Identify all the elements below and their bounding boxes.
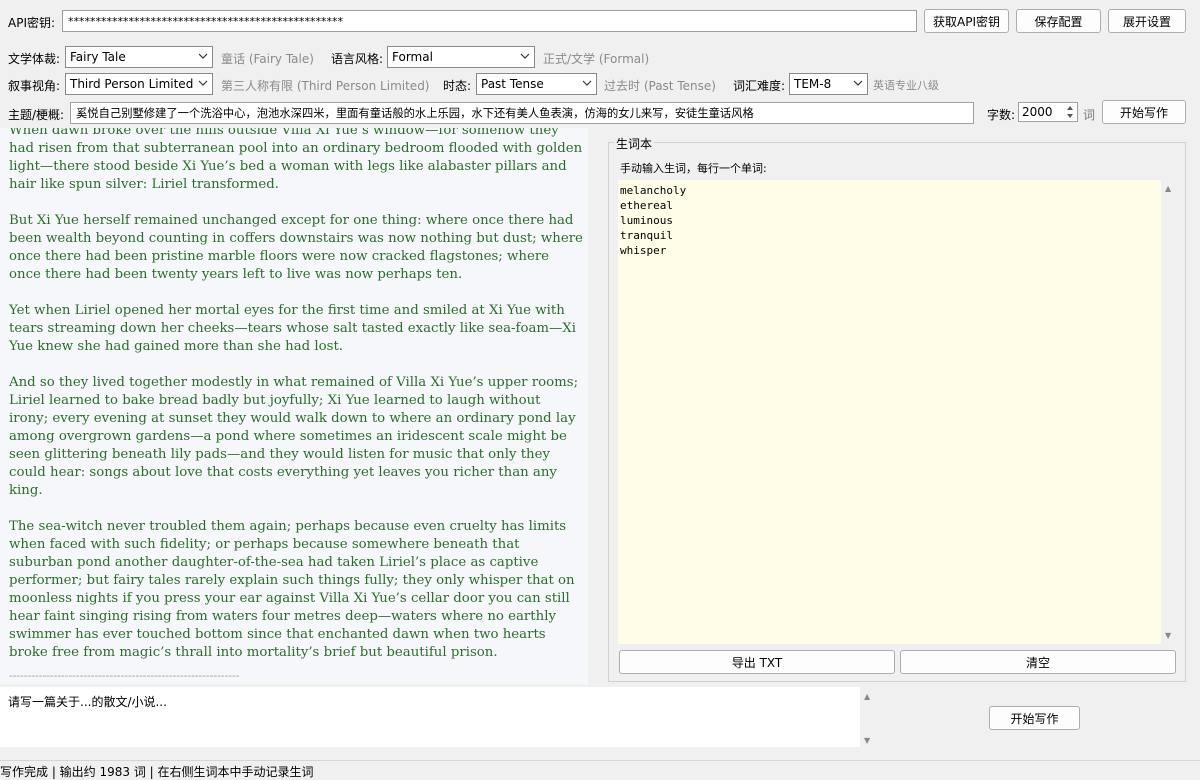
word-unit-label: 词 xyxy=(1083,108,1096,122)
genre-select[interactable]: Fairy Tale xyxy=(65,46,213,68)
vocab-level-label: 词汇难度: xyxy=(733,79,786,93)
vocab-word: tranquil xyxy=(620,229,673,242)
word-count-spinbox[interactable]: 2000 xyxy=(1018,102,1078,122)
vocab-group-title: 生词本 xyxy=(614,135,655,152)
topic-input[interactable]: 奚悦自己别墅修建了一个洗浴中心，泡池水深四米，里面有童话般的水上乐园，水下还有美… xyxy=(70,102,974,124)
vocab-textarea[interactable]: melancholy ethereal luminous tranquil wh… xyxy=(618,180,1161,644)
vocab-level-select[interactable]: TEM-8 xyxy=(789,73,868,95)
pov-hint: 第三人称有限 (Third Person Limited) xyxy=(221,79,430,93)
genre-label: 文学体裁: xyxy=(8,52,61,66)
chevron-down-icon xyxy=(520,53,530,59)
scroll-down-icon[interactable]: ▼ xyxy=(1165,631,1171,640)
story-paragraph: When dawn broke over the hills outside V… xyxy=(9,128,583,192)
save-config-button[interactable]: 保存配置 xyxy=(1016,9,1101,33)
pov-label: 叙事视角: xyxy=(8,79,61,93)
chevron-down-icon xyxy=(198,80,208,86)
genre-value: Fairy Tale xyxy=(70,50,126,64)
pov-select[interactable]: Third Person Limited xyxy=(65,73,213,95)
vocab-word: luminous xyxy=(620,214,673,227)
style-value: Formal xyxy=(392,50,433,64)
style-hint: 正式/文学 (Formal) xyxy=(543,52,650,66)
start-writing-button-bottom[interactable]: 开始写作 xyxy=(989,706,1080,730)
start-writing-button-top[interactable]: 开始写作 xyxy=(1102,100,1186,124)
tense-value: Past Tense xyxy=(481,77,544,91)
vocab-word: melancholy xyxy=(620,184,687,197)
story-output[interactable]: When dawn broke over the hills outside V… xyxy=(0,128,588,684)
chevron-down-icon xyxy=(582,80,592,86)
vocab-word: ethereal xyxy=(620,199,673,212)
scroll-down-icon[interactable]: ▼ xyxy=(864,736,870,745)
story-separator: ----------------------------------------… xyxy=(9,669,240,682)
story-paragraph: And so they lived together modestly in w… xyxy=(9,375,579,498)
get-api-key-button[interactable]: 获取API密钥 xyxy=(924,9,1009,33)
vocab-instruction: 手动输入生词，每行一个单词: xyxy=(620,162,767,175)
story-paragraph: But Xi Yue herself remained unchanged ex… xyxy=(9,213,583,282)
tense-hint: 过去时 (Past Tense) xyxy=(604,79,716,93)
chevron-down-icon xyxy=(198,53,208,59)
chevron-down-icon xyxy=(853,80,863,86)
vocab-level-hint: 英语专业八级 xyxy=(873,79,939,92)
story-paragraph: The sea-witch never troubled them again;… xyxy=(9,519,575,660)
api-key-label: API密钥: xyxy=(8,16,56,30)
style-label: 语言风格: xyxy=(331,52,384,66)
pov-value: Third Person Limited xyxy=(70,77,194,91)
vocab-word: whisper xyxy=(620,244,667,257)
api-key-input[interactable]: ****************************************… xyxy=(62,10,917,32)
status-text: 写作完成 | 输出约 1983 词 | 在右侧生词本中手动记录生词 xyxy=(0,765,314,779)
expand-settings-button[interactable]: 展开设置 xyxy=(1108,9,1186,33)
status-bar: 写作完成 | 输出约 1983 词 | 在右侧生词本中手动记录生词 xyxy=(0,760,1200,780)
story-paragraph: Yet when Liriel opened her mortal eyes f… xyxy=(9,303,577,354)
spin-arrows-icon[interactable] xyxy=(1064,103,1076,121)
clear-vocab-button[interactable]: 清空 xyxy=(900,650,1176,674)
genre-hint: 童话 (Fairy Tale) xyxy=(221,52,314,66)
vocab-level-value: TEM-8 xyxy=(794,77,832,91)
tense-select[interactable]: Past Tense xyxy=(476,73,597,95)
scroll-up-icon[interactable]: ▲ xyxy=(1165,184,1171,193)
export-txt-button[interactable]: 导出 TXT xyxy=(619,650,895,674)
style-select[interactable]: Formal xyxy=(387,46,535,68)
prompt-input[interactable]: 请写一篇关于...的散文/小说... xyxy=(0,687,860,747)
tense-label: 时态: xyxy=(443,79,472,93)
topic-label: 主题/梗概: xyxy=(8,108,65,122)
scroll-up-icon[interactable]: ▲ xyxy=(864,692,870,701)
word-count-label: 字数: xyxy=(987,108,1016,122)
story-text: When dawn broke over the hills outside V… xyxy=(9,128,583,684)
word-count-value: 2000 xyxy=(1022,105,1053,119)
